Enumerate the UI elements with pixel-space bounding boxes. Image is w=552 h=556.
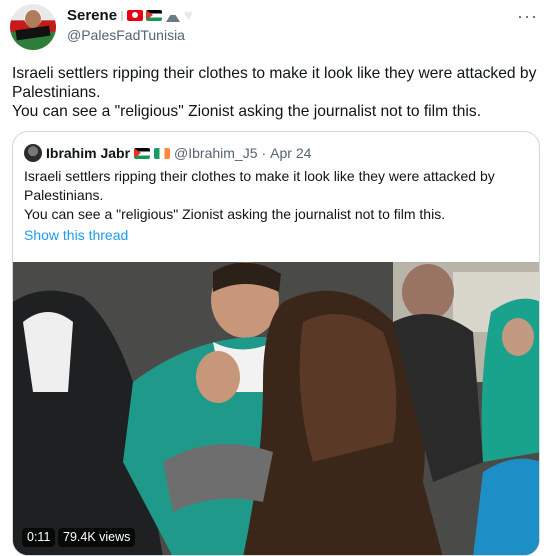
palestine-flag-icon [134, 147, 151, 159]
tweet-text-line: You can see a "religious" Zionist asking… [12, 103, 482, 120]
author-handle[interactable]: @PalesFadTunisia [67, 27, 185, 43]
separator: · [261, 145, 267, 161]
author-name-row[interactable]: Serene ♥ [67, 7, 193, 24]
author-avatar[interactable] [10, 4, 56, 50]
video-duration-badge: 0:11 [22, 528, 56, 547]
quoted-tweet[interactable]: Ibrahim Jabr @Ibrahim_J5 · Apr 24 Israel… [12, 131, 540, 556]
quoted-avatar[interactable] [24, 144, 42, 162]
tweet-text: Israeli settlers ripping their clothes t… [12, 64, 540, 121]
avatar-face [25, 10, 41, 28]
tweet-text-line: Israeli settlers ripping their clothes t… [12, 65, 537, 101]
tweet-card[interactable]: Serene ♥ @PalesFadTunisia ··· Israeli se… [0, 0, 552, 556]
video-views-badge: 79.4K views [58, 528, 136, 547]
ireland-flag-icon [154, 147, 171, 159]
video-frame [13, 262, 539, 555]
white-heart-icon: ♥ [184, 7, 193, 24]
divider-icon [121, 10, 124, 21]
mountain-icon [165, 10, 181, 22]
author-name[interactable]: Serene [67, 7, 117, 24]
quoted-author-handle[interactable]: @Ibrahim_J5 [174, 145, 257, 161]
palestine-flag-icon [146, 10, 163, 21]
avatar-scarf [15, 25, 51, 41]
quoted-text: Israeli settlers ripping their clothes t… [24, 167, 529, 224]
quoted-text-line: Israeli settlers ripping their clothes t… [24, 168, 495, 203]
quoted-date[interactable]: Apr 24 [270, 145, 311, 161]
quoted-text-line: You can see a "religious" Zionist asking… [24, 206, 446, 222]
quoted-header: Ibrahim Jabr @Ibrahim_J5 · Apr 24 [24, 144, 311, 162]
tunisia-flag-icon [127, 10, 144, 21]
quoted-author-name[interactable]: Ibrahim Jabr [46, 145, 130, 161]
more-options-icon[interactable]: ··· [517, 6, 538, 27]
video-player[interactable]: 0:11 79.4K views [13, 262, 539, 555]
show-thread-link[interactable]: Show this thread [24, 227, 128, 243]
